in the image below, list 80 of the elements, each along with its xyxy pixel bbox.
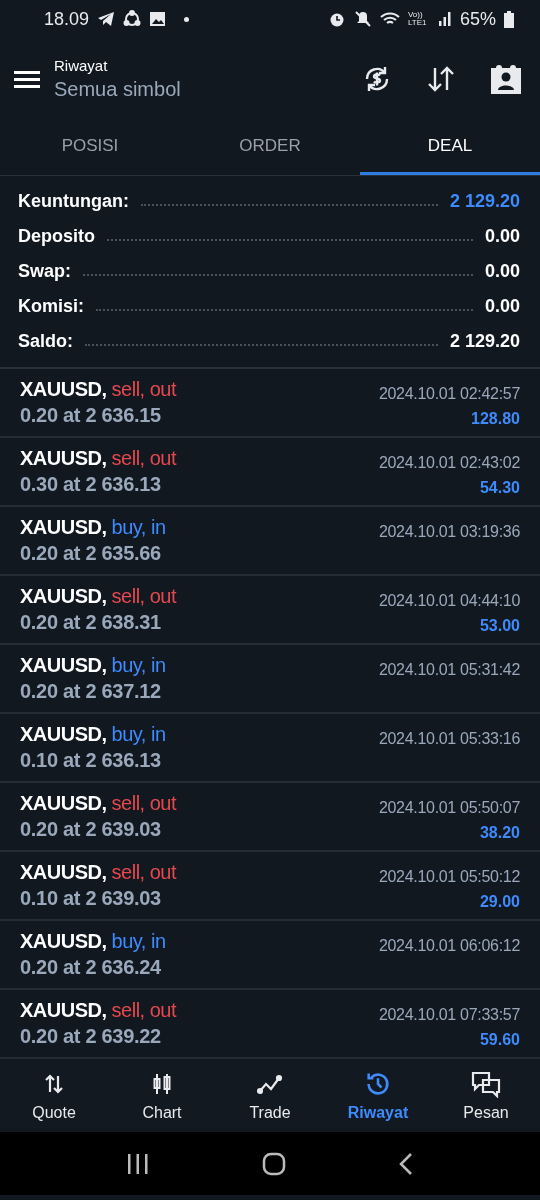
deal-title: XAUUSD, buy, in [20,723,166,746]
nav-item[interactable]: Quote [0,1059,108,1132]
deal-volume-price: 0.10 at 2 639.03 [20,887,162,910]
deal-title: XAUUSD, buy, in [20,516,166,539]
deal-time: 2024.10.01 02:42:57 [378,385,520,403]
sort-arrows-icon[interactable] [426,65,456,93]
battery-level: 65% [459,8,496,30]
deal-row[interactable]: XAUUSD, buy, in 0.20 at 2 636.24 2024.10.01 06:06:12 [0,921,540,990]
summary-label: Keuntungan: [18,191,129,212]
nav-item[interactable]: Trade [216,1059,324,1132]
deal-row[interactable]: XAUUSD, sell, out 0.30 at 2 636.13 2024.10.01 02:43:02 54.30 [0,438,540,507]
deal-row[interactable]: XAUUSD, sell, out 0.10 at 2 639.03 2024.10.01 05:50:12 29.00 [0,852,540,921]
deal-volume-price: 0.20 at 2 636.15 [20,404,162,427]
nav-item[interactable]: Chart [108,1059,216,1132]
tab[interactable]: DEAL [360,120,540,175]
battery-icon [504,10,514,28]
summary-label: Swap: [18,261,71,282]
deal-time: 2024.10.01 04:44:10 [378,592,520,610]
contact-card-icon[interactable] [490,64,522,94]
deal-profit: 38.20 [479,824,520,842]
deal-row[interactable]: XAUUSD, sell, out 0.20 at 2 636.15 2024.10.01 02:42:57 128.80 [0,369,540,438]
deal-row[interactable]: XAUUSD, buy, in 0.20 at 2 635.66 2024.10.01 03:19:36 [0,507,540,576]
deal-volume-price: 0.20 at 2 636.24 [20,956,162,979]
deal-profit: 53.00 [479,617,520,635]
nav-item[interactable]: Pesan [432,1059,540,1132]
chat-bubbles-icon [470,1069,502,1098]
deal-time: 2024.10.01 05:50:07 [378,799,520,817]
deal-row[interactable]: XAUUSD, buy, in 0.10 at 2 636.13 2024.10.01 05:33:16 [0,714,540,783]
deal-time: 2024.10.01 06:06:12 [378,937,520,955]
deal-row[interactable]: XAUUSD, sell, out 0.20 at 2 639.03 2024.10.01 05:50:07 38.20 [0,783,540,852]
deal-title: XAUUSD, sell, out [20,378,176,401]
deal-time: 2024.10.01 03:19:36 [378,523,520,541]
deal-row[interactable]: XAUUSD, buy, in 0.20 at 2 637.12 2024.10.01 05:31:42 [0,645,540,714]
summary-label: Komisi: [18,296,84,317]
deal-title: XAUUSD, sell, out [20,861,176,884]
summary-value: 2 129.20 [449,331,520,352]
wifi-icon [379,11,400,27]
nav-item[interactable]: Riwayat [324,1059,432,1132]
network-type: Vo)) LTE1 [407,11,428,27]
deal-profit: 59.60 [479,1031,520,1049]
sync-icon [123,10,142,28]
deal-time: 2024.10.01 07:33:57 [378,1006,520,1024]
deal-title: XAUUSD, buy, in [20,654,166,677]
deal-profit: 128.80 [471,410,520,428]
image-icon [149,11,167,27]
summary-label: Deposito [18,226,95,247]
menu-icon[interactable] [14,69,40,89]
deal-volume-price: 0.20 at 2 635.66 [20,542,162,565]
deal-volume-price: 0.20 at 2 639.22 [20,1025,162,1048]
deal-title: XAUUSD, sell, out [20,447,176,470]
deal-volume-price: 0.20 at 2 639.03 [20,818,162,841]
mute-icon [353,10,372,28]
summary-label: Saldo: [18,331,73,352]
screen-title: Riwayat [54,57,109,74]
signal-icon [437,11,452,27]
deal-time: 2024.10.01 05:31:42 [378,661,520,679]
send-icon [97,11,116,27]
deal-time: 2024.10.01 05:50:12 [378,868,520,886]
deal-volume-price: 0.10 at 2 636.13 [20,749,162,772]
deal-volume-price: 0.20 at 2 637.12 [20,680,162,703]
summary-value: 2 129.20 [449,191,520,212]
deal-volume-price: 0.20 at 2 638.31 [20,611,162,634]
notification-dot [184,16,190,22]
tab[interactable]: POSISI [0,120,180,175]
deal-title: XAUUSD, sell, out [20,999,176,1022]
status-time: 18.09 [44,8,90,30]
deal-title: XAUUSD, buy, in [20,930,166,953]
summary-value: 0.00 [484,296,520,317]
summary-value: 0.00 [484,226,520,247]
deal-volume-price: 0.30 at 2 636.13 [20,473,162,496]
deal-title: XAUUSD, sell, out [20,585,176,608]
deal-profit: 54.30 [479,479,520,497]
deal-title: XAUUSD, sell, out [20,792,176,815]
summary-value: 0.00 [484,261,520,282]
deal-row[interactable]: XAUUSD, sell, out 0.20 at 2 638.31 2024.10.01 04:44:10 53.00 [0,576,540,645]
deal-time: 2024.10.01 05:33:16 [378,730,520,748]
symbol-filter[interactable]: Semua simbol [54,78,362,101]
deal-profit: 29.00 [479,893,520,911]
deal-time: 2024.10.01 02:43:02 [378,454,520,472]
tab[interactable]: ORDER [180,120,360,175]
